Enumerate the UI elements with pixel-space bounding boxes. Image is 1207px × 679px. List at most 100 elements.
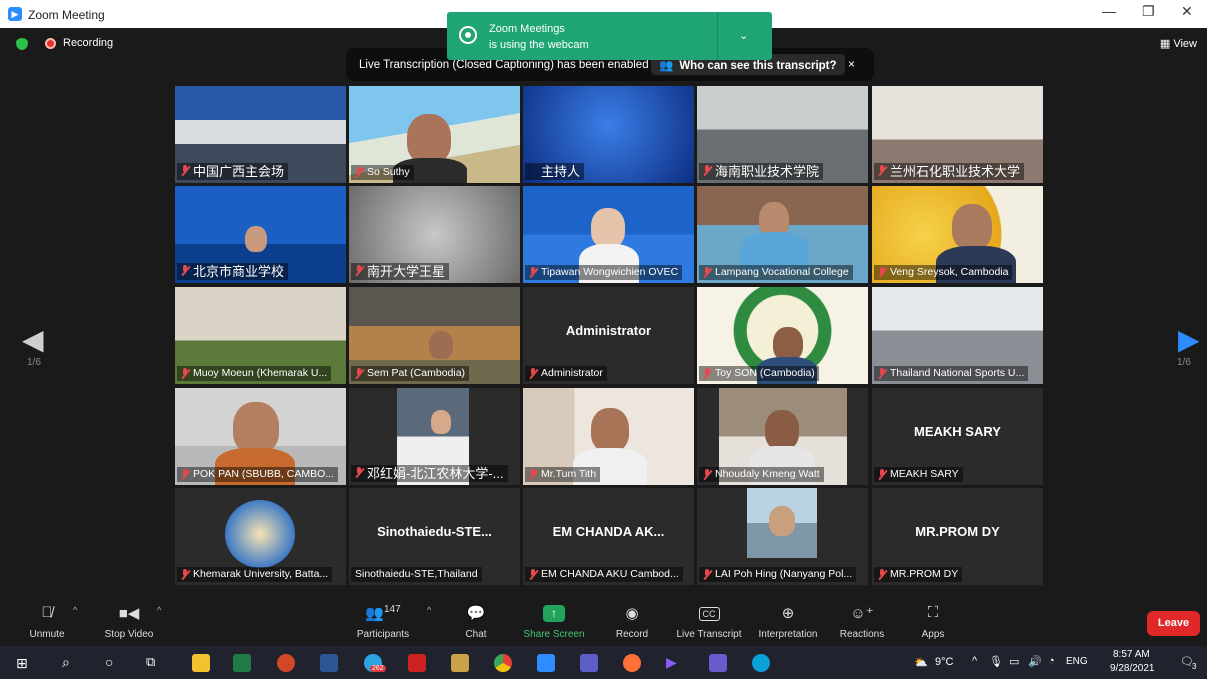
interpretation-button[interactable]: ⊕ Interpretation [748,596,828,646]
closed-caption-icon: CC [669,604,749,624]
muted-mic-icon [528,469,537,480]
participants-button[interactable]: 👥147 ^ Participants [343,596,431,646]
participant-tile[interactable]: 海南职业技术学院 [697,86,868,183]
participant-tile[interactable]: Administrator Administrator [523,287,694,384]
participant-tile[interactable]: 北京市商业学校 [175,186,346,283]
participant-name: Muoy Moeun (Khemarak U... [177,366,332,381]
restore-icon[interactable]: ❐ [1142,3,1155,20]
participant-name: Sinothaiedu-STE,Thailand [351,567,482,582]
task-view-icon[interactable]: ⧉ [146,654,164,672]
participant-name: Khemarak University, Batta... [177,567,333,582]
chevron-up-icon[interactable]: ^ [73,605,77,615]
participant-tile[interactable]: 中国广西主会场 [175,86,346,183]
stop-video-button[interactable]: ■◀ ^ Stop Video [89,596,169,646]
record-button[interactable]: ◉ Record [592,596,672,646]
globe-icon: ⊕ [781,605,795,622]
participant-tile[interactable]: Sem Pat (Cambodia) [349,287,520,384]
participant-tile[interactable]: Toy SON (Cambodia) [697,287,868,384]
volume-icon[interactable]: 🔊 [1028,655,1042,668]
participant-tile[interactable]: 邓红娟-北江农林大学-... [349,388,520,485]
participant-name: 邓红娟-北江农林大学-... [351,465,508,482]
excel-icon[interactable] [233,654,251,672]
recording-icon [45,38,56,49]
participant-tile[interactable]: MR.PROM DY MR.PROM DY [872,488,1043,585]
participant-name: Administrator [525,366,607,381]
network-icon[interactable]: ▭ [1009,655,1019,668]
cortana-icon[interactable]: ○ [105,654,123,672]
search-icon[interactable]: ⌕ [62,654,80,672]
reactions-button[interactable]: ☺⁺ Reactions [822,596,902,646]
view-button[interactable]: ▦ View [1160,37,1197,50]
participant-face [769,506,795,536]
participant-tile[interactable]: Thailand National Sports U... [872,287,1043,384]
photos-icon[interactable] [451,654,469,672]
record-icon: ◉ [625,605,639,622]
participant-tile[interactable]: EM CHANDA AK... EM CHANDA AKU Cambod... [523,488,694,585]
powerpoint-icon[interactable] [277,654,295,672]
close-icon[interactable]: ✕ [1181,3,1193,20]
muted-mic-icon [877,165,886,176]
leave-button[interactable]: Leave [1147,611,1200,636]
app-icon[interactable] [709,654,727,672]
apps-button[interactable]: ⛶ Apps [893,596,973,646]
chevron-up-icon[interactable]: ^ [427,605,431,615]
live-transcript-button[interactable]: CC Live Transcript [669,596,749,646]
participant-count: 147 [384,604,401,615]
media-player-icon[interactable]: ▶ [666,654,684,672]
word-icon[interactable] [320,654,338,672]
file-explorer-icon[interactable] [192,654,210,672]
previous-page-icon[interactable]: ◀ [22,323,44,356]
share-screen-button[interactable]: ↑ Share Screen [514,596,594,646]
participant-tile[interactable]: 南开大学王星 [349,186,520,283]
participant-name: 北京市商业学校 [177,263,289,280]
participant-tile-active-speaker[interactable]: 主持人 [523,86,694,183]
muted-mic-icon [354,368,363,379]
windows-start-icon[interactable]: ⊞ [16,655,34,673]
weather-temp[interactable]: 9°C [935,656,953,668]
unmute-label: Unmute [29,629,65,640]
participant-tile[interactable]: Khemarak University, Batta... [175,488,346,585]
chevron-up-icon[interactable]: ^ [972,655,977,667]
muted-mic-icon [877,368,886,379]
microphone-icon[interactable]: 🎙 [989,655,1003,668]
participant-tile[interactable]: Tipawan Wongwichien OVEC [523,186,694,283]
participant-tile[interactable]: LAI Poh Hing (Nanyang Pol... [697,488,868,585]
clock-time[interactable]: 8:57 AM [1113,649,1150,660]
participant-tile[interactable]: Nhoudaly Kmeng Watt [697,388,868,485]
participant-face [773,327,803,361]
chevron-down-icon[interactable]: ⌄ [739,29,748,42]
participant-tile[interactable]: MEAKH SARY MEAKH SARY [872,388,1043,485]
minimize-icon[interactable]: — [1102,3,1116,19]
chevron-up-icon[interactable]: ^ [157,605,161,615]
close-banner-icon[interactable]: × [848,57,855,71]
participant-display-name: MEAKH SARY [914,424,1001,439]
muted-mic-icon [354,467,363,478]
chat-button[interactable]: 💬 Chat [436,596,516,646]
share-screen-icon: ↑ [514,604,594,624]
next-page-icon[interactable]: ▶ [1178,323,1200,356]
participant-tile[interactable]: Mr.Tum Tith [523,388,694,485]
chrome-icon[interactable] [494,654,512,672]
webcam-notification[interactable]: Zoom Meetings is using the webcam ⌄ [447,12,772,60]
participant-tile[interactable]: POK PAN (SBUBB, CAMBO... [175,388,346,485]
unmute-button[interactable]: 🎙̸ ^ Unmute [7,596,87,646]
firefox-icon[interactable] [623,654,641,672]
participant-tile[interactable]: 兰州石化职业技术大学 [872,86,1043,183]
teams-icon[interactable] [580,654,598,672]
muted-mic-icon [702,368,711,379]
participant-name: 兰州石化职业技术大学 [874,163,1025,180]
participant-tile[interactable]: Sinothaiedu-STE... Sinothaiedu-STE,Thail… [349,488,520,585]
security-shield-icon[interactable] [16,38,28,50]
clock-date[interactable]: 9/28/2021 [1110,663,1155,674]
participant-tile[interactable]: So Suthy [349,86,520,183]
language-indicator[interactable]: ENG [1066,656,1088,667]
wifi-icon[interactable]: ◔ [1048,655,1055,667]
participant-tile[interactable]: Lampang Vocational College [697,186,868,283]
participant-tile[interactable]: Muoy Moeun (Khemarak U... [175,287,346,384]
zoom-taskbar-icon[interactable] [537,654,555,672]
weather-icon[interactable]: ⛅ [914,656,928,669]
participant-tile[interactable]: Veng Sreysok, Cambodia [872,186,1043,283]
apps-label: Apps [921,629,945,640]
pdf-reader-icon[interactable] [408,654,426,672]
edge-icon[interactable] [752,654,770,672]
